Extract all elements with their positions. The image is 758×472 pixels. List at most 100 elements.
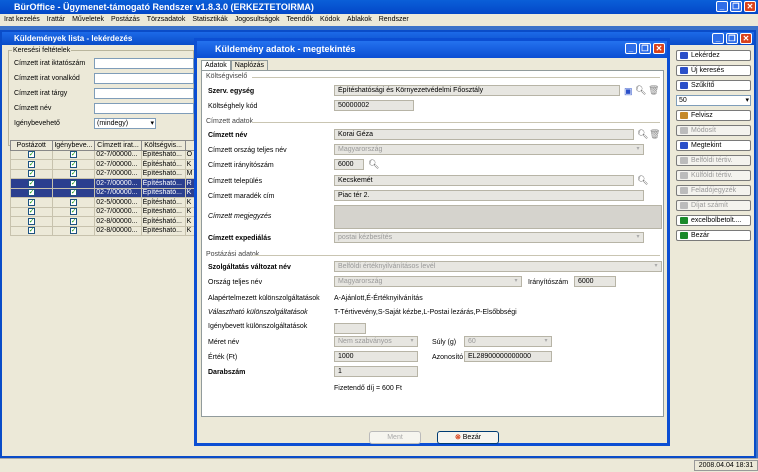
search-input[interactable] bbox=[94, 73, 194, 84]
table-row[interactable]: ✓ ✓ 02-8/00000... Építésható... K bbox=[10, 225, 197, 236]
exped-select[interactable]: postai kézbesítés ▾ bbox=[334, 232, 644, 243]
minimize-button[interactable]: _ bbox=[716, 1, 728, 12]
checkbox[interactable]: ✓ bbox=[27, 189, 35, 197]
checkbox[interactable]: ✓ bbox=[69, 160, 77, 168]
action-button[interactable]: Felvisz bbox=[676, 110, 751, 121]
check-cell[interactable]: ✓ bbox=[10, 225, 53, 236]
menu-item[interactable]: Ablakok bbox=[347, 14, 372, 26]
check-cell[interactable]: ✓ bbox=[10, 216, 53, 227]
check-cell[interactable]: ✓ bbox=[10, 187, 53, 198]
action-button[interactable]: Belföldi tértiv. bbox=[676, 155, 751, 166]
table-row[interactable]: ✓ ✓ 02-7/00000... Építésható... M bbox=[10, 168, 197, 179]
orszag-select[interactable]: Magyarország ▾ bbox=[334, 144, 644, 155]
search-icon[interactable]: 🔍︎ bbox=[637, 175, 648, 185]
menu-item[interactable]: Irattár bbox=[47, 14, 65, 26]
menu-item[interactable]: Postázás bbox=[111, 14, 140, 26]
table-row[interactable]: ✓ ✓ 02-7/00000... Építésható... K bbox=[10, 206, 197, 217]
check-cell[interactable]: ✓ bbox=[10, 149, 53, 160]
table-row[interactable]: ✓ ✓ 02-5/00000... Építésható... K bbox=[10, 197, 197, 208]
action-button[interactable]: Külföldi tértiv. bbox=[676, 170, 751, 181]
check-cell[interactable]: ✓ bbox=[10, 178, 53, 189]
suly-select[interactable]: 60 ▾ bbox=[464, 336, 552, 347]
check-cell[interactable]: ✓ bbox=[51, 197, 96, 208]
checkbox[interactable]: ✓ bbox=[27, 198, 35, 206]
tab-naplozas[interactable]: Naplózás bbox=[230, 60, 268, 70]
action-button[interactable]: Megtekint bbox=[676, 140, 751, 151]
action-button[interactable]: Módosít bbox=[676, 125, 751, 136]
nev-field[interactable]: Korai Géza bbox=[334, 129, 634, 140]
menu-item[interactable]: Rendszer bbox=[379, 14, 409, 26]
menu-item[interactable]: Irat kezelés bbox=[4, 14, 40, 26]
column-header[interactable]: Címzett irat... bbox=[94, 140, 142, 151]
list-restore-button[interactable]: ❐ bbox=[726, 33, 738, 44]
search-input[interactable] bbox=[94, 103, 194, 114]
action-button[interactable]: Szűkítő bbox=[676, 80, 751, 91]
menu-item[interactable]: Műveletek bbox=[72, 14, 104, 26]
close-button[interactable]: ✕ bbox=[744, 1, 756, 12]
save-button[interactable]: Ment bbox=[369, 431, 421, 444]
marad-field[interactable]: Piac tér 2. bbox=[334, 190, 644, 201]
table-row[interactable]: ✓ ✓ 02-7/00000... Építésható... K bbox=[10, 159, 197, 170]
kolthely-field[interactable]: 50000002 bbox=[334, 100, 414, 111]
checkbox[interactable]: ✓ bbox=[69, 208, 77, 216]
irsz-field[interactable]: 6000 bbox=[334, 159, 364, 170]
checkbox[interactable]: ✓ bbox=[69, 227, 77, 235]
dialog-close-button[interactable]: ✕ bbox=[653, 43, 665, 54]
ors2-select[interactable]: Magyarország ▾ bbox=[334, 276, 522, 287]
check-cell[interactable]: ✓ bbox=[10, 206, 53, 217]
restore-button[interactable]: ❐ bbox=[730, 1, 742, 12]
checkbox[interactable]: ✓ bbox=[27, 160, 35, 168]
column-header[interactable]: Igénybeve... bbox=[51, 140, 96, 151]
megj-field[interactable] bbox=[334, 205, 662, 229]
menu-item[interactable]: Kódok bbox=[320, 14, 340, 26]
checkbox[interactable]: ✓ bbox=[69, 179, 77, 187]
ertek-field[interactable]: 1000 bbox=[334, 351, 418, 362]
checkbox[interactable]: ✓ bbox=[27, 208, 35, 216]
checkbox[interactable]: ✓ bbox=[69, 198, 77, 206]
azon-field[interactable]: EL28900000000000 bbox=[464, 351, 552, 362]
list-minimize-button[interactable]: _ bbox=[712, 33, 724, 44]
check-cell[interactable]: ✓ bbox=[51, 187, 96, 198]
checkbox[interactable]: ✓ bbox=[69, 217, 77, 225]
darab-field[interactable]: 1 bbox=[334, 366, 418, 377]
checkbox[interactable]: ✓ bbox=[69, 170, 77, 178]
checkbox[interactable]: ✓ bbox=[27, 179, 35, 187]
edit-icon[interactable]: ▣ bbox=[624, 86, 633, 96]
menu-item[interactable]: Törzsadatok bbox=[147, 14, 186, 26]
check-cell[interactable]: ✓ bbox=[51, 225, 96, 236]
check-cell[interactable]: ✓ bbox=[10, 159, 53, 170]
szerv-field[interactable]: Építéshatósági és Környezetvédelmi Főosz… bbox=[334, 85, 620, 96]
action-button[interactable]: Lekérdez bbox=[676, 50, 751, 61]
dialog-restore-button[interactable]: ❐ bbox=[639, 43, 651, 54]
dialog-bezar-button[interactable]: ⊗ Bezár bbox=[437, 431, 499, 444]
table-row[interactable]: ✓ ✓ 02-7/00000... Építésható... R bbox=[10, 178, 197, 189]
action-button[interactable]: excelbolbetolt.... bbox=[676, 215, 751, 226]
action-button[interactable]: Feladójegyzék bbox=[676, 185, 751, 196]
check-cell[interactable]: ✓ bbox=[51, 178, 96, 189]
igeny-select[interactable]: (mindegy) ▾ bbox=[94, 118, 156, 129]
igeny-field[interactable] bbox=[334, 323, 366, 334]
menu-item[interactable]: Statisztikák bbox=[192, 14, 227, 26]
checkbox[interactable]: ✓ bbox=[27, 170, 35, 178]
search-icon[interactable]: 🔍︎ bbox=[637, 129, 648, 139]
trash-icon[interactable]: 🗑︎ bbox=[649, 129, 660, 139]
action-button[interactable]: Bezár bbox=[676, 230, 751, 241]
szolg-select[interactable]: Belföldi értéknyilvánításos levél ▾ bbox=[334, 261, 662, 272]
action-button[interactable]: Új keresés bbox=[676, 65, 751, 76]
column-header[interactable]: Postázott bbox=[10, 140, 53, 151]
page-size-select[interactable]: 50 ▾ bbox=[676, 95, 751, 106]
meret-select[interactable]: Nem szabványos ▾ bbox=[334, 336, 418, 347]
checkbox[interactable]: ✓ bbox=[27, 151, 35, 159]
dialog-minimize-button[interactable]: _ bbox=[625, 43, 637, 54]
action-button[interactable]: Díjat számít bbox=[676, 200, 751, 211]
menu-item[interactable]: Teendők bbox=[287, 14, 313, 26]
column-header[interactable]: Költségvis... bbox=[140, 140, 186, 151]
table-row[interactable]: ✓ ✓ 02-7/00000... Építésható... K bbox=[10, 187, 197, 198]
check-cell[interactable]: ✓ bbox=[51, 216, 96, 227]
check-cell[interactable]: ✓ bbox=[10, 197, 53, 208]
list-close-button[interactable]: ✕ bbox=[740, 33, 752, 44]
irsz2-field[interactable]: 6000 bbox=[574, 276, 616, 287]
search-icon[interactable]: 🔍︎ bbox=[368, 159, 379, 169]
trash-icon[interactable]: 🗑︎ bbox=[648, 85, 659, 95]
search-input[interactable] bbox=[94, 88, 194, 99]
